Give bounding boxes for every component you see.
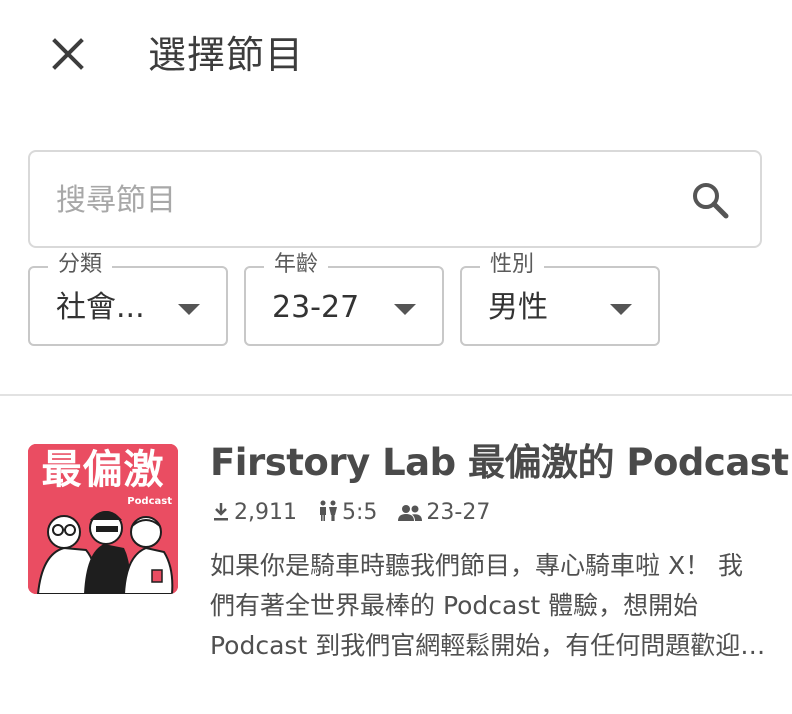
gender-ratio-value: 5:5 [341, 500, 378, 525]
downloads-count: 2,911 [234, 500, 297, 525]
age-range-value: 23-27 [426, 500, 491, 525]
dropdown-arrow-icon [394, 304, 416, 315]
podcast-title: Firstory Lab 最偏激的 Podcast [210, 441, 789, 484]
close-icon [52, 38, 84, 70]
search-icon [693, 183, 729, 219]
downloads-stat: 2,911 [212, 498, 297, 528]
age-stat: 23-27 [398, 498, 490, 528]
dropdown-arrow-icon [178, 304, 200, 315]
category-filter[interactable]: 分類 社會... [28, 250, 228, 346]
category-filter-label: 分類 [48, 250, 113, 280]
age-filter[interactable]: 年齡 23-27 [244, 250, 444, 346]
gender-filter-label: 性別 [480, 250, 545, 280]
podcast-list-item[interactable]: 最偏激 Podcast Firstory Lab 最偏激的 Podcast 2,… [0, 420, 792, 700]
cover-subtitle: Podcast [127, 496, 172, 507]
close-button[interactable] [44, 30, 92, 78]
search-box [28, 150, 762, 248]
page-title: 選擇節目 [148, 33, 305, 77]
dropdown-arrow-icon [610, 304, 632, 315]
category-filter-value: 社會... [56, 290, 145, 325]
download-icon [214, 503, 228, 521]
divider [0, 394, 792, 396]
search-button[interactable] [690, 180, 730, 220]
gender-ratio-stat: 5:5 [318, 498, 377, 528]
top-bar: 選擇節目 [0, 0, 792, 110]
search-input[interactable] [54, 152, 658, 248]
gender-filter-value: 男性 [488, 290, 548, 325]
people-icon [398, 505, 423, 521]
age-filter-label: 年齡 [264, 250, 329, 280]
cover-title: 最偏激 [41, 447, 165, 493]
age-filter-value: 23-27 [272, 290, 360, 325]
gender-filter[interactable]: 性別 男性 [460, 250, 660, 346]
podcast-cover: 最偏激 Podcast [28, 444, 178, 594]
podcast-description: 如果你是騎車時聽我們節目，專心騎車啦 X！ 我們有著全世界最棒的 Podcast… [210, 551, 766, 660]
podcast-stats: 2,911 5:5 23-27 [212, 498, 504, 528]
gender-icon [319, 500, 337, 521]
